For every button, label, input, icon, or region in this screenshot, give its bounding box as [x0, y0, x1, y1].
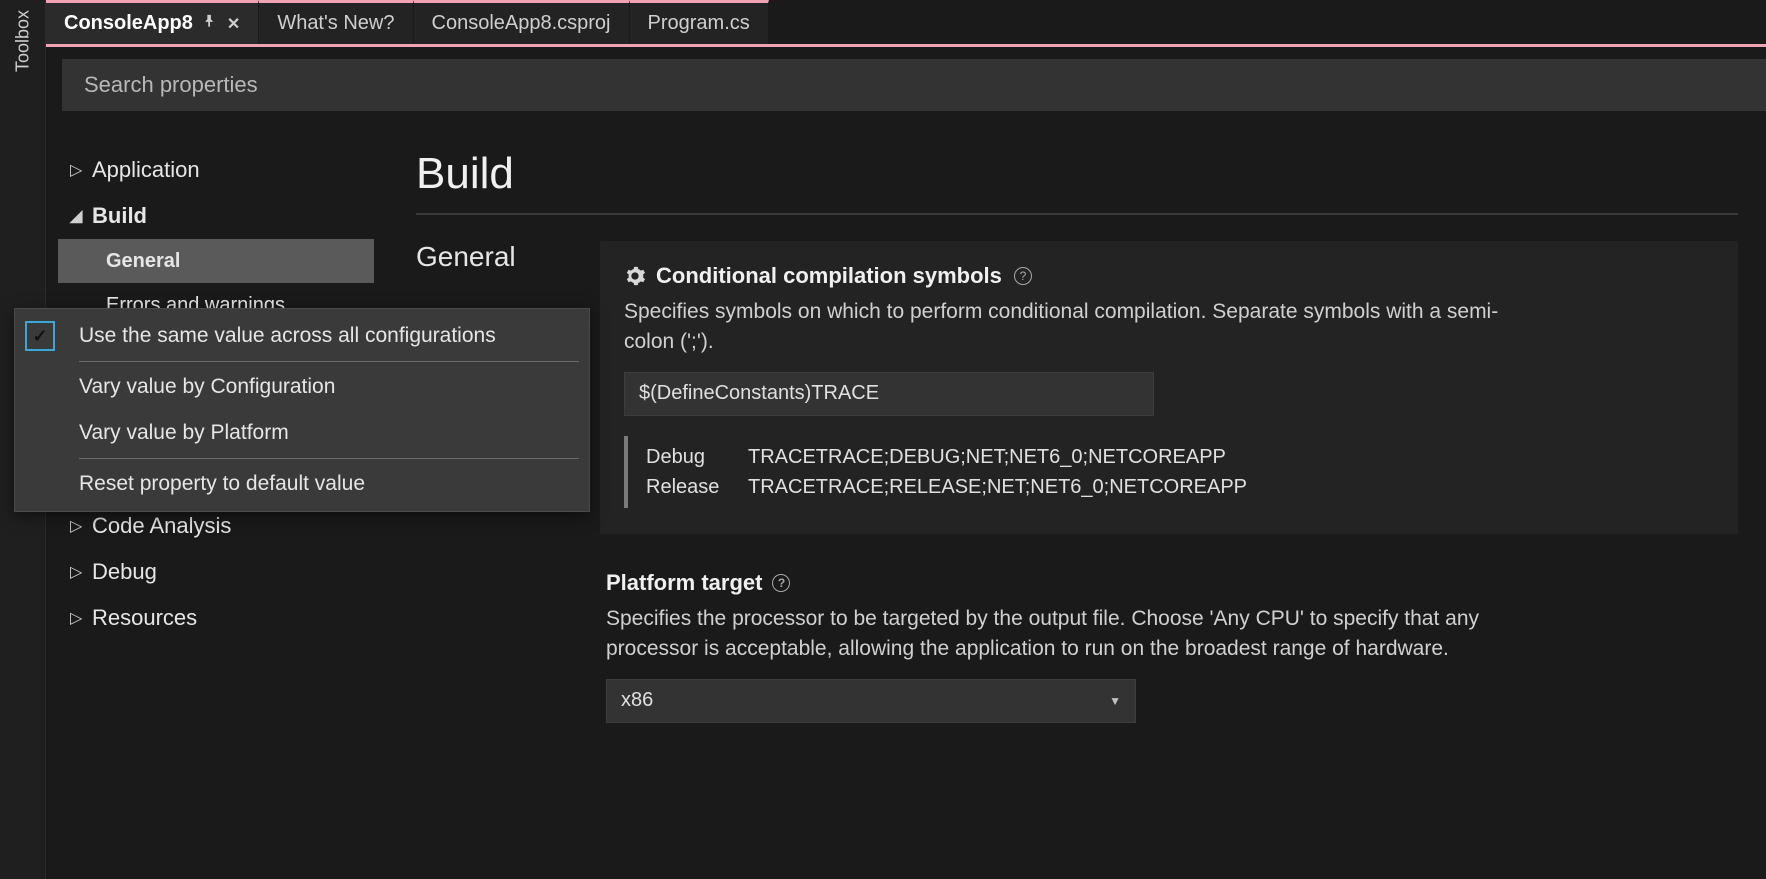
page-title: Build: [416, 149, 1738, 199]
separator: [79, 458, 579, 459]
config-name: Debug: [646, 442, 748, 472]
close-icon[interactable]: ✕: [227, 14, 240, 34]
chevron-down-icon: ▼: [1109, 694, 1121, 708]
separator: [79, 361, 579, 362]
conditional-symbols-input[interactable]: $(DefineConstants)TRACE: [624, 372, 1154, 416]
nav-label: Build: [92, 203, 147, 229]
ctx-label: Vary value by Platform: [65, 421, 289, 445]
nav-label: Debug: [92, 559, 157, 585]
chevron-right-icon: ▷: [70, 516, 92, 536]
config-row-debug: Debug TRACETRACE;DEBUG;NET;NET6_0;NETCOR…: [646, 442, 1714, 472]
search-bar[interactable]: [62, 59, 1766, 111]
toolbox-label[interactable]: Toolbox: [12, 10, 33, 72]
tab-consoleapp8[interactable]: ConsoleApp8 ✕: [46, 0, 259, 44]
gear-icon[interactable]: [624, 265, 646, 287]
ctx-label: Vary value by Configuration: [65, 375, 335, 399]
pin-icon[interactable]: [203, 14, 217, 33]
platform-target-title: Platform target: [606, 570, 762, 596]
tab-csproj[interactable]: ConsoleApp8.csproj: [414, 0, 630, 44]
config-row-release: Release TRACETRACE;RELEASE;NET;NET6_0;NE…: [646, 472, 1714, 502]
tab-label: What's New?: [277, 12, 394, 35]
tab-program-cs[interactable]: Program.cs: [630, 0, 769, 44]
ctx-item-vary-config[interactable]: Vary value by Configuration: [15, 364, 589, 410]
context-menu: ✓ Use the same value across all configur…: [14, 308, 590, 512]
nav-resources[interactable]: ▷ Resources: [62, 595, 378, 641]
conditional-symbols-value: $(DefineConstants)TRACE: [639, 382, 879, 405]
ctx-item-vary-platform[interactable]: Vary value by Platform: [15, 410, 589, 456]
config-name: Release: [646, 472, 748, 502]
nav-application[interactable]: ▷ Application: [62, 147, 378, 193]
platform-target-desc: Specifies the processor to be targeted b…: [606, 604, 1486, 665]
ctx-item-use-same[interactable]: ✓ Use the same value across all configur…: [15, 313, 589, 359]
platform-target-block: Platform target ? Specifies the processo…: [606, 570, 1738, 723]
chevron-right-icon: ▷: [70, 562, 92, 582]
tab-label: ConsoleApp8: [64, 12, 193, 35]
config-value: TRACETRACE;DEBUG;NET;NET6_0;NETCOREAPP: [748, 442, 1226, 472]
nav-build[interactable]: ◢ Build: [62, 193, 378, 239]
tab-label: Program.cs: [648, 12, 750, 35]
nav-label: Resources: [92, 605, 197, 631]
platform-target-select[interactable]: x86 ▼: [606, 679, 1136, 723]
divider: [416, 213, 1738, 215]
search-input[interactable]: [84, 72, 1744, 98]
section-title: General: [416, 241, 586, 273]
nav-label: Application: [92, 157, 200, 183]
tab-whats-new[interactable]: What's New?: [259, 0, 413, 44]
chevron-right-icon: ▷: [70, 160, 92, 180]
nav-build-general[interactable]: General: [58, 239, 374, 283]
check-icon: ✓: [25, 321, 55, 351]
conditional-symbols-desc: Specifies symbols on which to perform co…: [624, 297, 1504, 358]
nav-debug[interactable]: ▷ Debug: [62, 549, 378, 595]
chevron-down-icon: ◢: [70, 206, 92, 226]
config-value: TRACETRACE;RELEASE;NET;NET6_0;NETCOREAPP: [748, 472, 1247, 502]
config-table: Debug TRACETRACE;DEBUG;NET;NET6_0;NETCOR…: [624, 436, 1714, 508]
ctx-label: Use the same value across all configurat…: [65, 324, 496, 348]
ctx-label: Reset property to default value: [65, 472, 365, 496]
chevron-right-icon: ▷: [70, 608, 92, 628]
tab-strip: ConsoleApp8 ✕ What's New? ConsoleApp8.cs…: [46, 0, 1766, 44]
ctx-item-reset[interactable]: Reset property to default value: [15, 461, 589, 507]
nav-label: Code Analysis: [92, 513, 231, 539]
tab-label: ConsoleApp8.csproj: [432, 12, 611, 35]
conditional-symbols-block: Conditional compilation symbols ? Specif…: [600, 241, 1738, 534]
conditional-symbols-title: Conditional compilation symbols: [656, 263, 1002, 289]
platform-target-value: x86: [621, 689, 653, 712]
help-icon[interactable]: ?: [1014, 267, 1032, 285]
nav-sub-label: General: [106, 250, 180, 273]
help-icon[interactable]: ?: [772, 574, 790, 592]
